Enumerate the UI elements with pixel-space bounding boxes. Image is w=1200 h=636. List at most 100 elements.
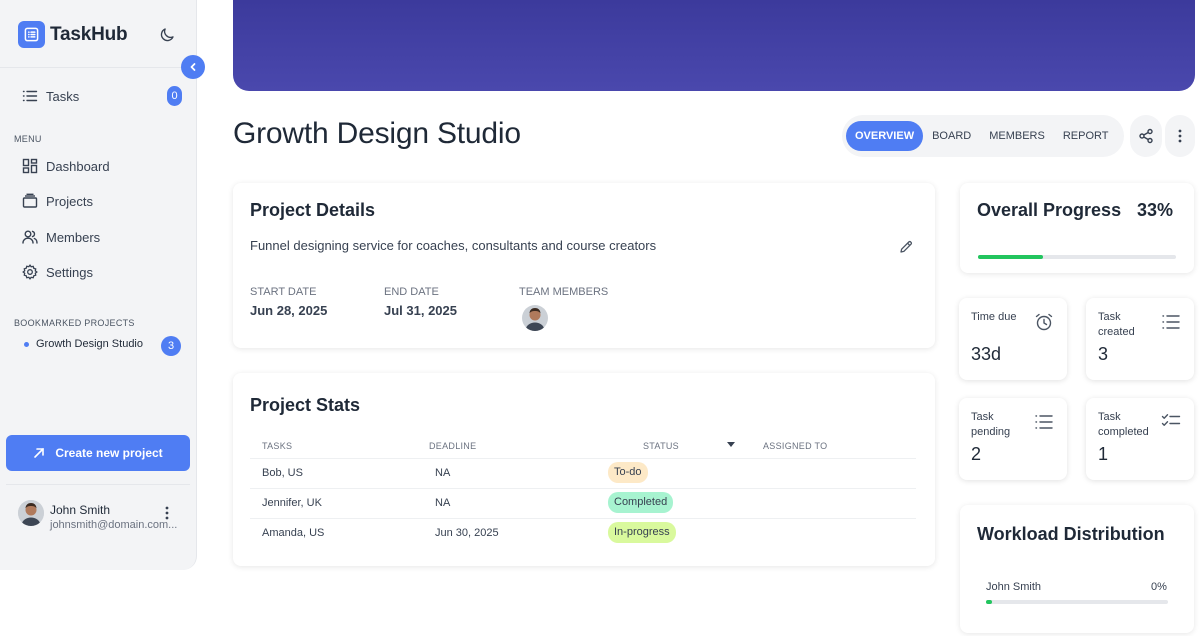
sidebar-item-label: Tasks [46, 88, 80, 104]
project-banner [233, 0, 1195, 91]
bullet-dot-icon [24, 341, 29, 347]
create-button-label: Create new project [55, 446, 163, 460]
workload-distribution-card: Workload Distribution John Smith 0% [960, 505, 1194, 633]
project-tabs: OVERVIEW BOARD MEMBERS REPORT [842, 115, 1124, 157]
sidebar-divider [6, 484, 190, 485]
app-name: TaskHub [50, 23, 128, 45]
list-icon [1162, 315, 1180, 329]
avatar [18, 500, 44, 526]
stat-card-task-completed: Task completed 1 [1086, 398, 1194, 480]
stat-value: 3 [1098, 344, 1109, 364]
workload-fill [986, 600, 992, 604]
bookmark-item-growth-design-studio[interactable]: Growth Design Studio [24, 338, 143, 350]
sidebar: TaskHub Tasks 0 MENU Dashboard Projects … [0, 0, 197, 570]
stat-label: Task completed [1098, 411, 1149, 438]
workload-member-percent: 0% [1151, 581, 1167, 593]
status-badge: In-progress [608, 522, 676, 543]
table-cell-deadline: Jun 30, 2025 [435, 527, 499, 539]
folder-icon [22, 193, 38, 208]
gear-icon [22, 264, 38, 280]
users-icon [22, 230, 38, 244]
stat-label: Task created [1098, 311, 1135, 338]
stat-value: 33d [971, 344, 1002, 364]
project-stats-title: Project Stats [250, 395, 361, 415]
user-profile[interactable]: John Smith johnsmith@domain.com... [18, 500, 177, 531]
sidebar-divider [0, 67, 196, 68]
bookmark-count-badge: 3 [161, 336, 181, 356]
brand[interactable]: TaskHub [18, 21, 128, 48]
sidebar-item-label: Dashboard [46, 158, 110, 174]
start-date-value: Jun 28, 2025 [250, 303, 328, 318]
bookmark-label: Growth Design Studio [36, 338, 143, 350]
tab-report[interactable]: REPORT [1054, 121, 1118, 151]
project-description: Funnel designing service for coaches, co… [250, 238, 657, 253]
stat-card-task-created: Task created 3 [1086, 298, 1194, 380]
sort-caret-down-icon[interactable] [727, 442, 735, 448]
kebab-menu-icon[interactable] [164, 505, 170, 521]
column-header-assigned-to: ASSIGNED TO [763, 441, 828, 451]
overall-progress-percent: 33% [1137, 200, 1174, 220]
tasks-count-badge: 0 [167, 86, 182, 106]
end-date-value: Jul 31, 2025 [384, 303, 457, 318]
tab-members[interactable]: MEMBERS [980, 121, 1054, 151]
user-email: johnsmith@domain.com... [50, 519, 178, 531]
alarm-clock-icon [1035, 313, 1053, 331]
list-icon [22, 90, 38, 102]
sidebar-item-settings[interactable]: Settings [22, 264, 93, 280]
overall-progress-bar [978, 255, 1176, 259]
tab-board[interactable]: BOARD [923, 121, 980, 151]
status-badge: Completed [608, 492, 674, 513]
tab-overview[interactable]: OVERVIEW [846, 121, 924, 151]
dashboard-icon [22, 158, 38, 174]
sidebar-item-projects[interactable]: Projects [22, 193, 93, 209]
project-stats-card: Project Stats TASKS DEADLINE STATUS ASSI… [233, 373, 935, 566]
column-header-deadline: DEADLINE [429, 441, 477, 451]
table-cell-task: Bob, US [262, 467, 303, 479]
share-icon [1139, 128, 1153, 144]
table-cell-deadline: NA [435, 467, 451, 479]
sidebar-item-label: Settings [46, 264, 93, 280]
sidebar-item-tasks[interactable]: Tasks [22, 88, 79, 104]
more-options-button[interactable] [1165, 115, 1195, 157]
user-name: John Smith [50, 503, 111, 517]
sidebar-item-label: Projects [46, 193, 93, 209]
kebab-menu-icon [1178, 129, 1182, 143]
stat-label: Task pending [971, 411, 1011, 438]
end-date-label: END DATE [384, 286, 439, 298]
checklist-icon [1161, 414, 1181, 426]
avatar[interactable] [522, 305, 548, 331]
create-new-project-button[interactable]: Create new project [6, 435, 190, 471]
collapse-sidebar-button[interactable] [181, 55, 205, 79]
stat-card-time-due: Time due 33d [959, 298, 1067, 380]
chevron-left-icon [190, 63, 196, 71]
menu-section-label: MENU [14, 134, 42, 144]
list-icon [1035, 415, 1053, 429]
column-header-status[interactable]: STATUS [643, 441, 679, 451]
page-title: Growth Design Studio [233, 117, 521, 150]
pencil-icon[interactable] [899, 240, 913, 254]
stat-label: Time due [971, 311, 1017, 323]
row-divider [250, 518, 916, 519]
taskhub-logo-icon [18, 21, 45, 48]
team-members-label: TEAM MEMBERS [519, 286, 609, 298]
sidebar-item-label: Members [46, 229, 101, 245]
table-cell-task: Jennifer, UK [262, 497, 322, 509]
arrow-up-right-icon [34, 448, 45, 458]
row-divider [250, 458, 916, 459]
bookmarked-section-label: BOOKMARKED PROJECTS [14, 318, 135, 328]
sidebar-item-dashboard[interactable]: Dashboard [22, 158, 110, 174]
sidebar-item-members[interactable]: Members [22, 229, 100, 245]
column-header-tasks: TASKS [262, 441, 293, 451]
overall-progress-title: Overall Progress [977, 200, 1122, 220]
stat-value: 1 [1098, 444, 1109, 464]
share-button[interactable] [1130, 115, 1162, 157]
stat-card-task-pending: Task pending 2 [959, 398, 1067, 480]
overall-progress-fill [978, 255, 1044, 259]
project-details-title: Project Details [250, 200, 376, 220]
moon-icon[interactable] [158, 26, 176, 44]
table-cell-task: Amanda, US [262, 527, 325, 539]
table-cell-deadline: NA [435, 497, 451, 509]
row-divider [250, 488, 916, 489]
status-badge: To-do [608, 462, 648, 483]
workload-bar [986, 600, 1168, 604]
